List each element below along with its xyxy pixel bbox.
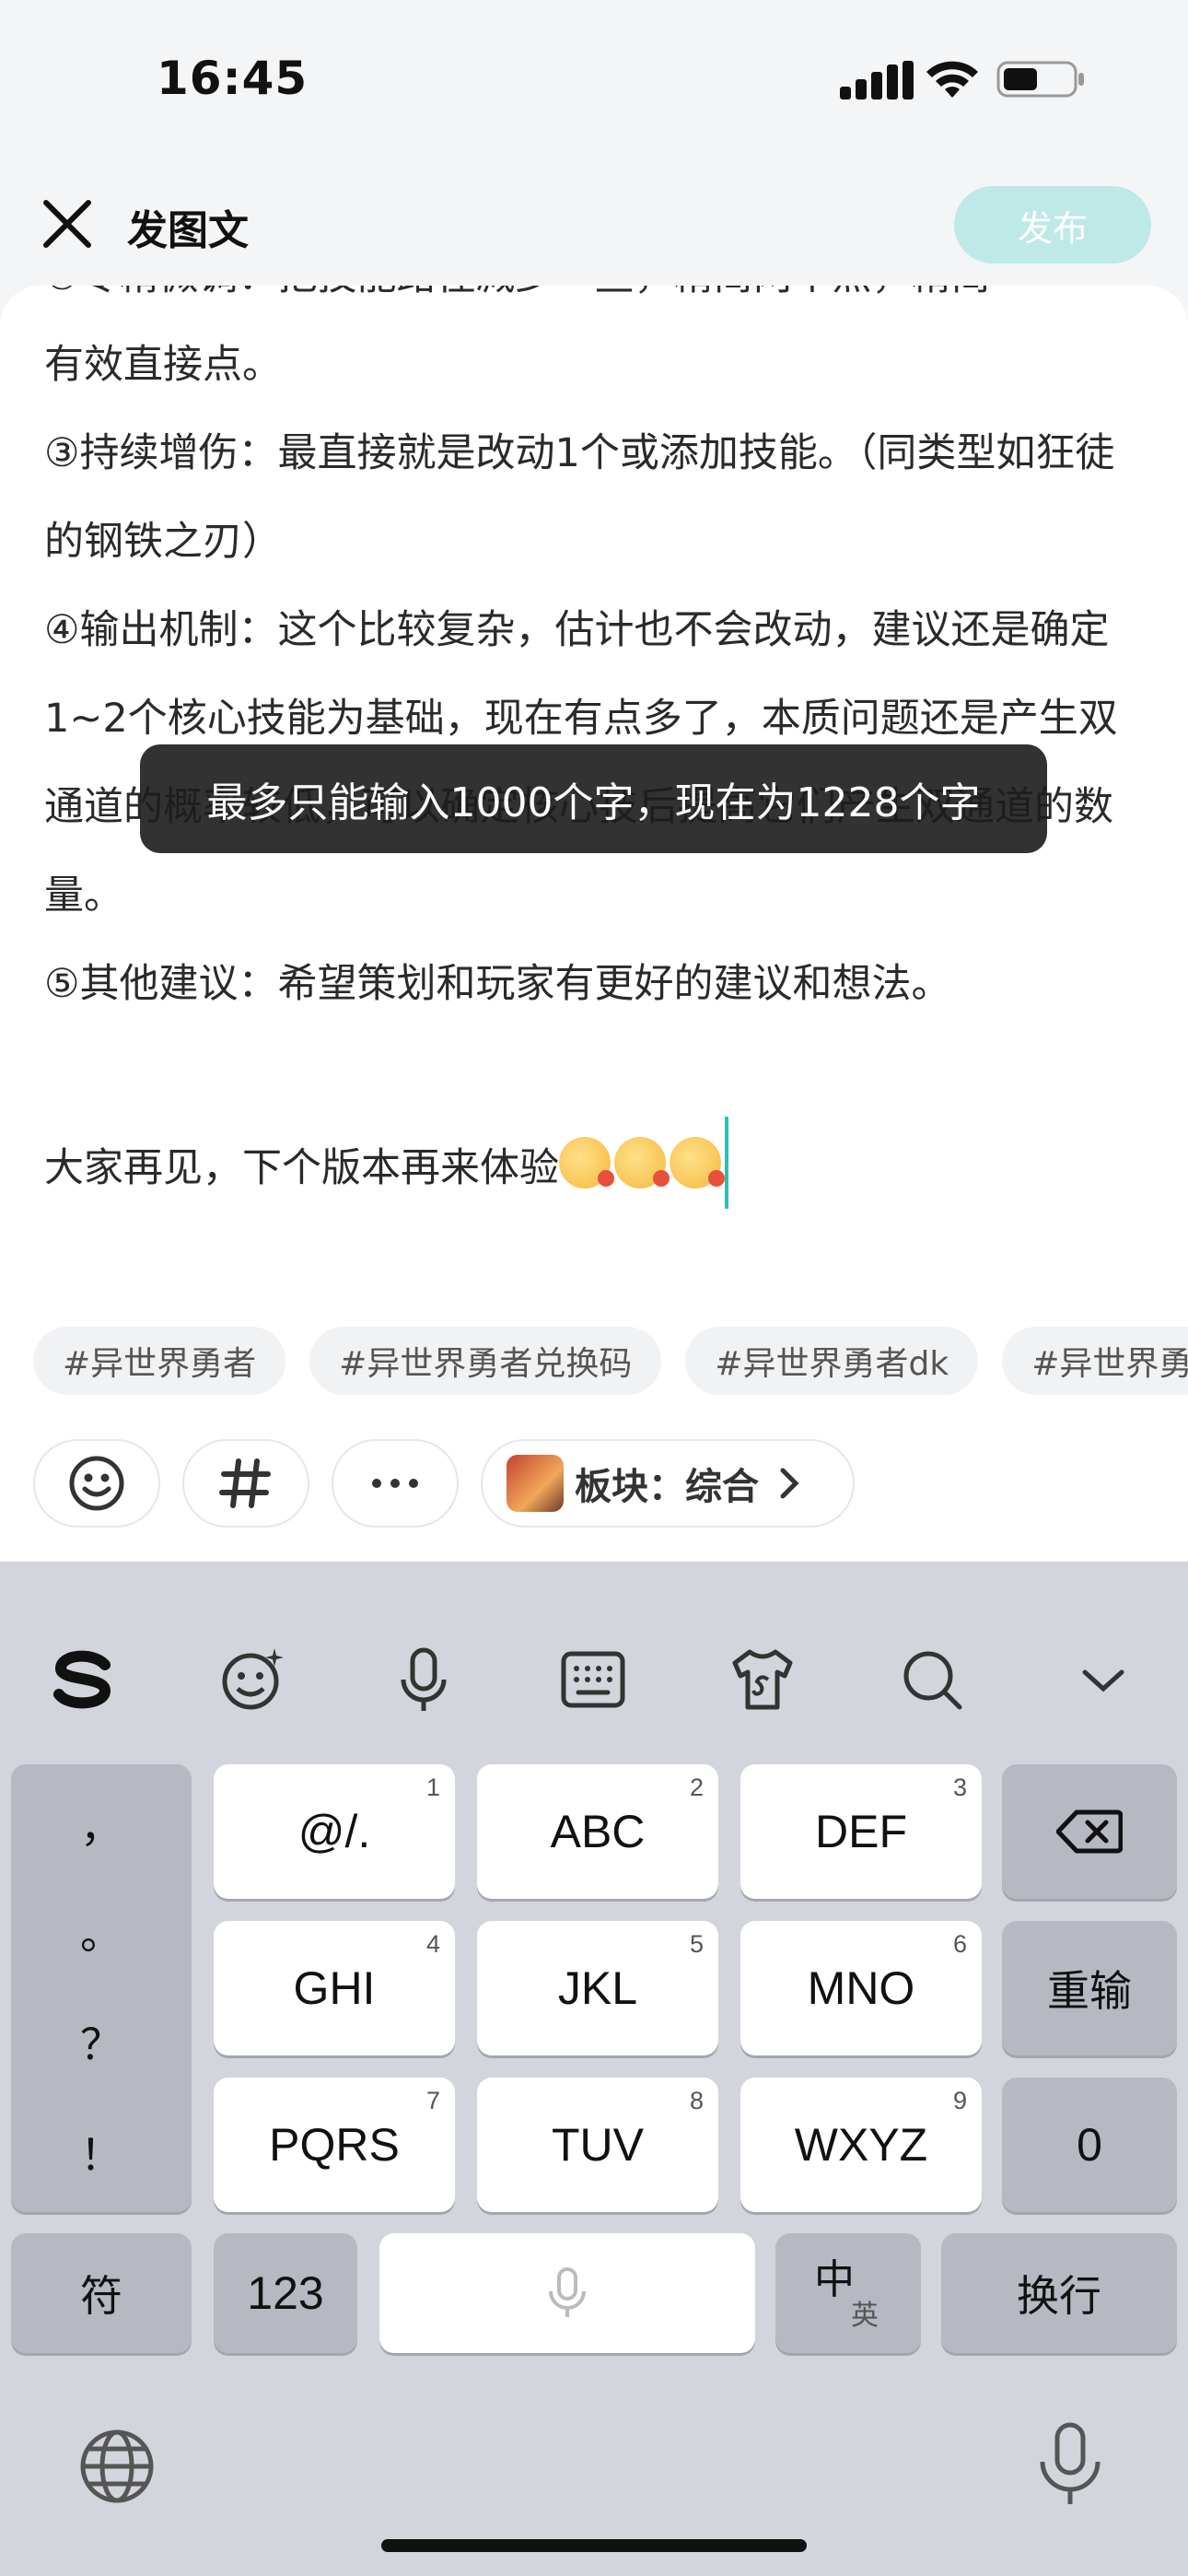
punctuation-column[interactable]: ， 。 ？ ！ <box>11 1764 192 2212</box>
top-nav: 发图文 发布 <box>0 166 1188 276</box>
punct-key[interactable]: ？ <box>11 2011 192 2072</box>
number-mode-key[interactable]: 123 <box>214 2233 357 2353</box>
key-label: 中 <box>814 2256 855 2303</box>
keyboard-layout-icon[interactable] <box>558 1645 628 1715</box>
board-label: 板块：综合 <box>575 1466 759 1508</box>
punct-key[interactable]: 。 <box>11 1901 192 1961</box>
key-4[interactable]: GHI 4 <box>214 1921 455 2055</box>
keyboard-toolbar <box>0 1562 1188 1755</box>
emoji-icon <box>559 1137 614 1188</box>
text-paragraph: ⑤其他建议：希望策划和玩家有更好的建议和想法。 <box>44 961 951 1007</box>
key-number: 2 <box>689 1774 704 1801</box>
chevron-right-icon <box>780 1468 799 1499</box>
symbols-key[interactable]: 符 <box>11 2233 192 2353</box>
key-label: 重输 <box>1047 1966 1132 2016</box>
wifi-icon <box>926 61 978 98</box>
chevron-down-icon[interactable] <box>1068 1645 1138 1715</box>
emoji-button[interactable] <box>33 1439 160 1528</box>
zero-key[interactable]: 0 <box>1002 2078 1177 2212</box>
key-label: 123 <box>247 2267 324 2319</box>
key-number: 1 <box>425 1774 440 1801</box>
backspace-icon <box>1056 1809 1123 1854</box>
text-paragraph: ③持续增伤：最直接就是改动1个或添加技能。（同类型如狂徒的钢铁之刃） <box>44 430 1115 565</box>
key-number: 3 <box>952 1774 967 1801</box>
hashtag-suggestions: #异世界勇者 #异世界勇者兑换码 #异世界勇者dk #异世界勇 <box>33 1327 1188 1395</box>
partial-text-line: ②专精微调：把技能路径减少一些，精简两个点，精简 <box>44 286 991 321</box>
key-3[interactable]: DEF 3 <box>740 1764 982 1899</box>
key-label: PQRS <box>269 2119 400 2171</box>
hashtag-chip[interactable]: #异世界勇者兑换码 <box>309 1327 662 1395</box>
hashtag-chip[interactable]: #异世界勇 <box>1002 1327 1188 1395</box>
key-number: 6 <box>952 1930 967 1958</box>
publish-button[interactable]: 发布 <box>954 186 1151 263</box>
emoji-icon <box>670 1137 725 1188</box>
key-5[interactable]: JKL 5 <box>477 1921 718 2055</box>
battery-icon <box>996 61 1084 98</box>
microphone-icon <box>549 2267 586 2317</box>
key-label: 符 <box>80 2271 122 2321</box>
key-label: @/. <box>297 1806 371 1857</box>
key-number: 5 <box>689 1930 704 1958</box>
home-indicator <box>381 2539 807 2552</box>
page-title: 发图文 <box>127 207 249 254</box>
key-label: WXYZ <box>794 2119 928 2171</box>
sogou-logo-icon[interactable] <box>48 1645 118 1715</box>
key-9[interactable]: WXYZ 9 <box>740 2078 982 2212</box>
key-label: 换行 <box>1017 2271 1101 2321</box>
key-2[interactable]: ABC 2 <box>477 1764 718 1899</box>
closing-text: 大家再见，下个版本再来体验 <box>44 1145 559 1191</box>
newline-key[interactable]: 换行 <box>941 2233 1177 2353</box>
more-dots-icon <box>372 1479 418 1488</box>
closing-line: 大家再见，下个版本再来体验 <box>44 1117 1149 1212</box>
key-6[interactable]: MNO 6 <box>740 1921 982 2055</box>
hashtag-chip[interactable]: #异世界勇者 <box>33 1327 286 1395</box>
key-label: MNO <box>807 1962 915 2014</box>
text-cursor <box>725 1117 728 1209</box>
emoji-icon <box>614 1137 670 1188</box>
language-switch-key[interactable]: 中 英 <box>775 2233 921 2353</box>
key-label: ABC <box>550 1806 646 1857</box>
key-7[interactable]: PQRS 7 <box>214 2078 455 2212</box>
dictation-mic-icon[interactable] <box>1035 2421 1105 2510</box>
board-avatar <box>507 1455 564 1512</box>
punct-key[interactable]: ， <box>11 1794 192 1855</box>
key-1[interactable]: @/. 1 <box>214 1764 455 1899</box>
voice-input-icon[interactable] <box>389 1645 459 1715</box>
hashtag-chip[interactable]: #异世界勇者dk <box>685 1327 979 1395</box>
key-8[interactable]: TUV 8 <box>477 2078 718 2212</box>
char-limit-toast: 最多只能输入1000个字，现在为1228个字 <box>140 744 1047 853</box>
key-label: 0 <box>1077 2119 1102 2171</box>
board-selector[interactable]: 板块：综合 <box>481 1439 855 1528</box>
skin-shirt-icon[interactable] <box>728 1645 798 1715</box>
editor-toolbar: 板块：综合 <box>33 1439 855 1528</box>
key-sublabel: 英 <box>851 2300 879 2332</box>
key-label: JKL <box>557 1962 638 2014</box>
reinput-key[interactable]: 重输 <box>1002 1921 1177 2055</box>
key-number: 8 <box>689 2087 704 2114</box>
punct-key[interactable]: ！ <box>11 2122 192 2183</box>
key-number: 7 <box>425 2087 440 2114</box>
key-number: 4 <box>425 1930 440 1958</box>
text-line: 有效直接点。 <box>44 342 282 388</box>
hashtag-icon <box>219 1458 271 1508</box>
key-label: GHI <box>293 1962 376 2014</box>
backspace-key[interactable] <box>1002 1764 1177 1899</box>
hashtag-button[interactable] <box>182 1439 309 1528</box>
post-editor[interactable]: ②专精微调：把技能路径减少一些，精简两个点，精简 有效直接点。 ③持续增伤：最直… <box>0 286 1188 1562</box>
globe-icon[interactable] <box>77 2427 157 2506</box>
more-button[interactable] <box>332 1439 459 1528</box>
emoji-keyboard-icon[interactable] <box>217 1645 287 1715</box>
status-time: 16:45 <box>157 52 309 105</box>
close-icon[interactable] <box>37 193 98 254</box>
key-label: DEF <box>815 1806 907 1857</box>
search-icon[interactable] <box>897 1645 967 1715</box>
smiley-icon <box>69 1456 124 1511</box>
key-number: 9 <box>952 2087 967 2114</box>
cellular-signal-icon <box>840 61 914 100</box>
key-label: TUV <box>552 2119 644 2171</box>
status-bar: 16:45 <box>0 0 1188 138</box>
space-key[interactable] <box>379 2233 755 2353</box>
